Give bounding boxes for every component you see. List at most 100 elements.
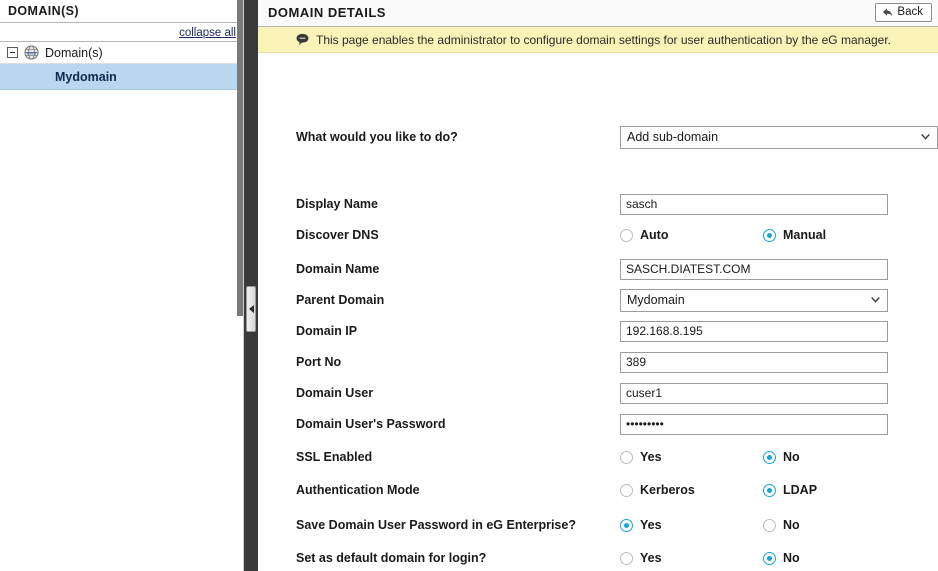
radio-icon-kerberos[interactable] [620,483,633,497]
collapse-all-link[interactable]: collapse all [179,27,236,39]
ssl-enabled-no-label: No [783,450,800,464]
page-title: DOMAIN DETAILS [268,5,386,20]
radio-icon-ldap[interactable] [763,483,776,497]
back-button[interactable]: Back [875,3,932,22]
row-display-name: Display Name [258,191,938,217]
control-domain-password [620,413,938,435]
label-default-domain: Set as default domain for login? [296,551,487,565]
radio-icon-manual[interactable] [763,228,776,242]
row-port-no: Port No [258,349,938,375]
ssl-enabled-option-yes[interactable]: Yes [620,450,763,464]
globe-www-icon: www [24,45,39,60]
control-domain-ip [620,320,938,342]
domain-password-input[interactable] [620,413,888,435]
parent-domain-select[interactable]: Mydomain [620,288,888,312]
panel-splitter[interactable] [244,0,258,571]
discover-dns-option-manual[interactable]: Manual [763,228,826,242]
save-password-option-no[interactable]: No [763,518,800,532]
ssl-enabled-yes-label: Yes [640,450,662,464]
save-password-radio-group: Yes No [620,518,800,532]
sidebar-collapse-row: collapse all [0,23,243,42]
parent-domain-select-value: Mydomain [627,293,685,307]
row-action: What would you like to do? Add sub-domai… [258,124,938,150]
label-domain-password: Domain User's Password [296,417,446,431]
auth-mode-option-ldap[interactable]: LDAP [763,483,817,497]
radio-icon-default-yes[interactable] [620,551,633,565]
discover-dns-radio-group: Auto Manual [620,228,826,242]
label-port-no: Port No [296,355,342,369]
label-discover-dns: Discover DNS [296,228,379,242]
sidebar-title: DOMAIN(S) [0,0,243,23]
details-panel: DOMAIN DETAILS Back This page enables th… [258,0,938,571]
label-domain-user: Domain User [296,386,374,400]
action-select-value: Add sub-domain [627,130,719,144]
display-name-input[interactable] [620,193,888,215]
label-domain-name: Domain Name [296,262,380,276]
port-no-input[interactable] [620,351,888,373]
label-action: What would you like to do? [296,130,458,144]
control-port-no [620,351,938,373]
label-parent-domain: Parent Domain [296,293,385,307]
auth-mode-kerberos-label: Kerberos [640,483,695,497]
auth-mode-option-kerberos[interactable]: Kerberos [620,483,763,497]
auth-mode-ldap-label: LDAP [783,483,818,497]
domain-ip-input[interactable] [620,320,888,342]
chevron-down-icon [921,134,930,140]
row-auth-mode: Authentication Mode Kerberos LDAP [258,477,938,503]
tree-root-domains[interactable]: www Domain(s) [0,42,243,64]
radio-icon-ssl-yes[interactable] [620,450,633,464]
default-domain-yes-label: Yes [640,551,662,565]
tree-item-mydomain[interactable]: Mydomain [0,64,243,90]
discover-dns-option-auto[interactable]: Auto [620,228,763,242]
default-domain-option-no[interactable]: No [763,551,800,565]
radio-icon-save-yes[interactable] [620,518,633,532]
default-domain-no-label: No [783,551,800,565]
auth-mode-radio-group: Kerberos LDAP [620,483,817,497]
minus-box-icon[interactable] [7,47,18,58]
sidebar-scrollbar[interactable] [237,0,243,316]
row-parent-domain: Parent Domain Mydomain [258,287,938,313]
splitter-collapse-handle[interactable] [246,286,256,332]
control-parent-domain: Mydomain [620,288,938,312]
control-display-name [620,193,938,215]
back-arrow-icon [883,8,893,17]
chevron-left-icon [248,305,254,313]
discover-dns-auto-label: Auto [640,228,669,242]
svg-text:www: www [26,51,37,56]
chevron-down-icon [871,297,880,303]
default-domain-radio-group: Yes No [620,551,800,565]
label-domain-ip: Domain IP [296,324,358,338]
control-domain-name [620,258,938,280]
radio-icon-auto[interactable] [620,228,633,242]
row-domain-user: Domain User [258,380,938,406]
label-save-password: Save Domain User Password in eG Enterpri… [296,518,576,532]
control-domain-user [620,382,938,404]
row-domain-ip: Domain IP [258,318,938,344]
save-password-option-yes[interactable]: Yes [620,518,763,532]
domain-user-input[interactable] [620,382,888,404]
action-select[interactable]: Add sub-domain [620,125,938,149]
default-domain-option-yes[interactable]: Yes [620,551,763,565]
label-display-name: Display Name [296,197,378,211]
application-window: DOMAIN(S) collapse all www Domain(s) Myd… [0,0,938,571]
row-domain-password: Domain User's Password [258,411,938,437]
row-save-password: Save Domain User Password in eG Enterpri… [258,512,938,538]
control-ssl-enabled: Yes No [620,450,938,464]
save-password-yes-label: Yes [640,518,662,532]
info-bar: This page enables the administrator to c… [258,27,938,53]
label-auth-mode: Authentication Mode [296,483,420,497]
ssl-enabled-option-no[interactable]: No [763,450,800,464]
ssl-enabled-radio-group: Yes No [620,450,800,464]
radio-icon-default-no[interactable] [763,551,776,565]
row-discover-dns: Discover DNS Auto Manual [258,222,938,248]
row-ssl-enabled: SSL Enabled Yes No [258,444,938,470]
tree-root-label: Domain(s) [45,45,103,60]
info-bar-text: This page enables the administrator to c… [316,32,892,47]
radio-icon-ssl-no[interactable] [763,450,776,464]
control-action: Add sub-domain [620,125,938,149]
radio-icon-save-no[interactable] [763,518,776,532]
discover-dns-manual-label: Manual [783,228,827,242]
domain-name-input[interactable] [620,258,888,280]
save-password-no-label: No [783,518,800,532]
panel-header: DOMAIN DETAILS Back [258,0,938,27]
